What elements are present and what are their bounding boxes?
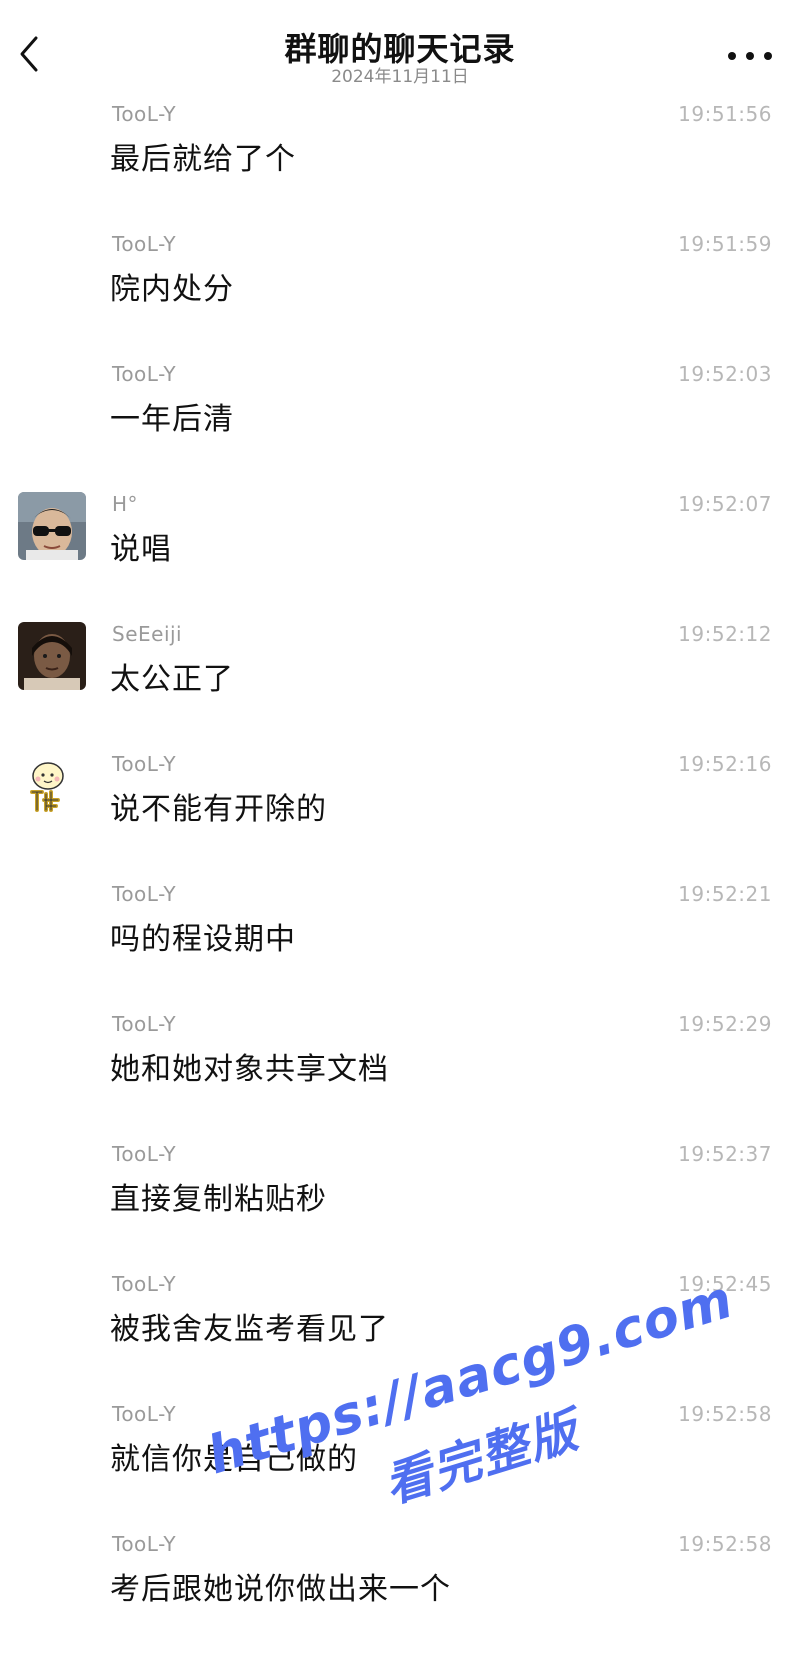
message-text[interactable]: 就信你是自己做的: [110, 1434, 358, 1478]
message-text[interactable]: 一年后清: [110, 394, 234, 438]
message-text[interactable]: 太公正了: [110, 654, 234, 698]
message-row: TooL-Y 19:52:21 吗的程设期中: [0, 870, 800, 1000]
message-time: 19:52:12: [678, 622, 772, 646]
message-row: SeEeiji 19:52:12 太公正了: [0, 610, 800, 740]
top-bar: 群聊的聊天记录 2024年11月11日: [0, 0, 800, 90]
message-row: TooL-Y 19:51:59 院内处分: [0, 220, 800, 350]
message-row: TooL-Y 19:52:16 说不能有开除的: [0, 740, 800, 870]
sender-name: TooL-Y: [112, 362, 177, 386]
message-row: TooL-Y 19:52:37 直接复制粘贴秒: [0, 1130, 800, 1260]
message-time: 19:52:58: [678, 1532, 772, 1556]
message-row: TooL-Y 19:52:03 一年后清: [0, 350, 800, 480]
message-time: 19:52:21: [678, 882, 772, 906]
message-row: TooL-Y 19:52:29 她和她对象共享文档: [0, 1000, 800, 1130]
more-options-icon[interactable]: [728, 48, 772, 64]
message-text[interactable]: 院内处分: [110, 264, 234, 308]
message-time: 19:52:16: [678, 752, 772, 776]
message-text[interactable]: 吗的程设期中: [110, 914, 296, 958]
sender-name: TooL-Y: [112, 1272, 177, 1296]
sender-name: TooL-Y: [112, 752, 177, 776]
sender-name: TooL-Y: [112, 1142, 177, 1166]
sender-name: TooL-Y: [112, 1532, 177, 1556]
sender-name: TooL-Y: [112, 102, 177, 126]
message-text[interactable]: 说唱: [110, 524, 172, 568]
message-text[interactable]: 考后跟她说你做出来一个: [110, 1564, 451, 1608]
sender-name: TooL-Y: [112, 1402, 177, 1426]
avatar[interactable]: [18, 752, 86, 820]
message-time: 19:52:45: [678, 1272, 772, 1296]
message-time: 19:51:56: [678, 102, 772, 126]
message-row: TooL-Y 19:52:58 考后跟她说你做出来一个: [0, 1520, 800, 1650]
message-text[interactable]: 说不能有开除的: [110, 784, 327, 828]
sender-name: SeEeiji: [112, 622, 183, 646]
sender-name: TooL-Y: [112, 882, 177, 906]
message-time: 19:52:03: [678, 362, 772, 386]
message-text[interactable]: 直接复制粘贴秒: [110, 1174, 327, 1218]
message-row: TooL-Y 19:51:56 最后就给了个: [0, 90, 800, 220]
message-time: 19:52:37: [678, 1142, 772, 1166]
sender-name: TooL-Y: [112, 232, 177, 256]
message-time: 19:51:59: [678, 232, 772, 256]
message-row: TooL-Y 19:52:58 就信你是自己做的: [0, 1390, 800, 1520]
message-row: TooL-Y 19:52:45 被我舍友监考看见了: [0, 1260, 800, 1390]
message-time: 19:52:58: [678, 1402, 772, 1426]
message-row: H° 19:52:07 说唱: [0, 480, 800, 610]
sender-name: TooL-Y: [112, 1012, 177, 1036]
page-subtitle-date: 2024年11月11日: [331, 67, 469, 87]
message-text[interactable]: 被我舍友监考看见了: [110, 1304, 389, 1348]
message-time: 19:52:29: [678, 1012, 772, 1036]
avatar[interactable]: [18, 622, 86, 690]
message-list: TooL-Y 19:51:56 最后就给了个 TooL-Y 19:51:59 院…: [0, 90, 800, 1650]
message-time: 19:52:07: [678, 492, 772, 516]
avatar[interactable]: [18, 492, 86, 560]
message-text[interactable]: 她和她对象共享文档: [110, 1044, 389, 1088]
message-text[interactable]: 最后就给了个: [110, 134, 296, 178]
sender-name: H°: [112, 492, 139, 516]
